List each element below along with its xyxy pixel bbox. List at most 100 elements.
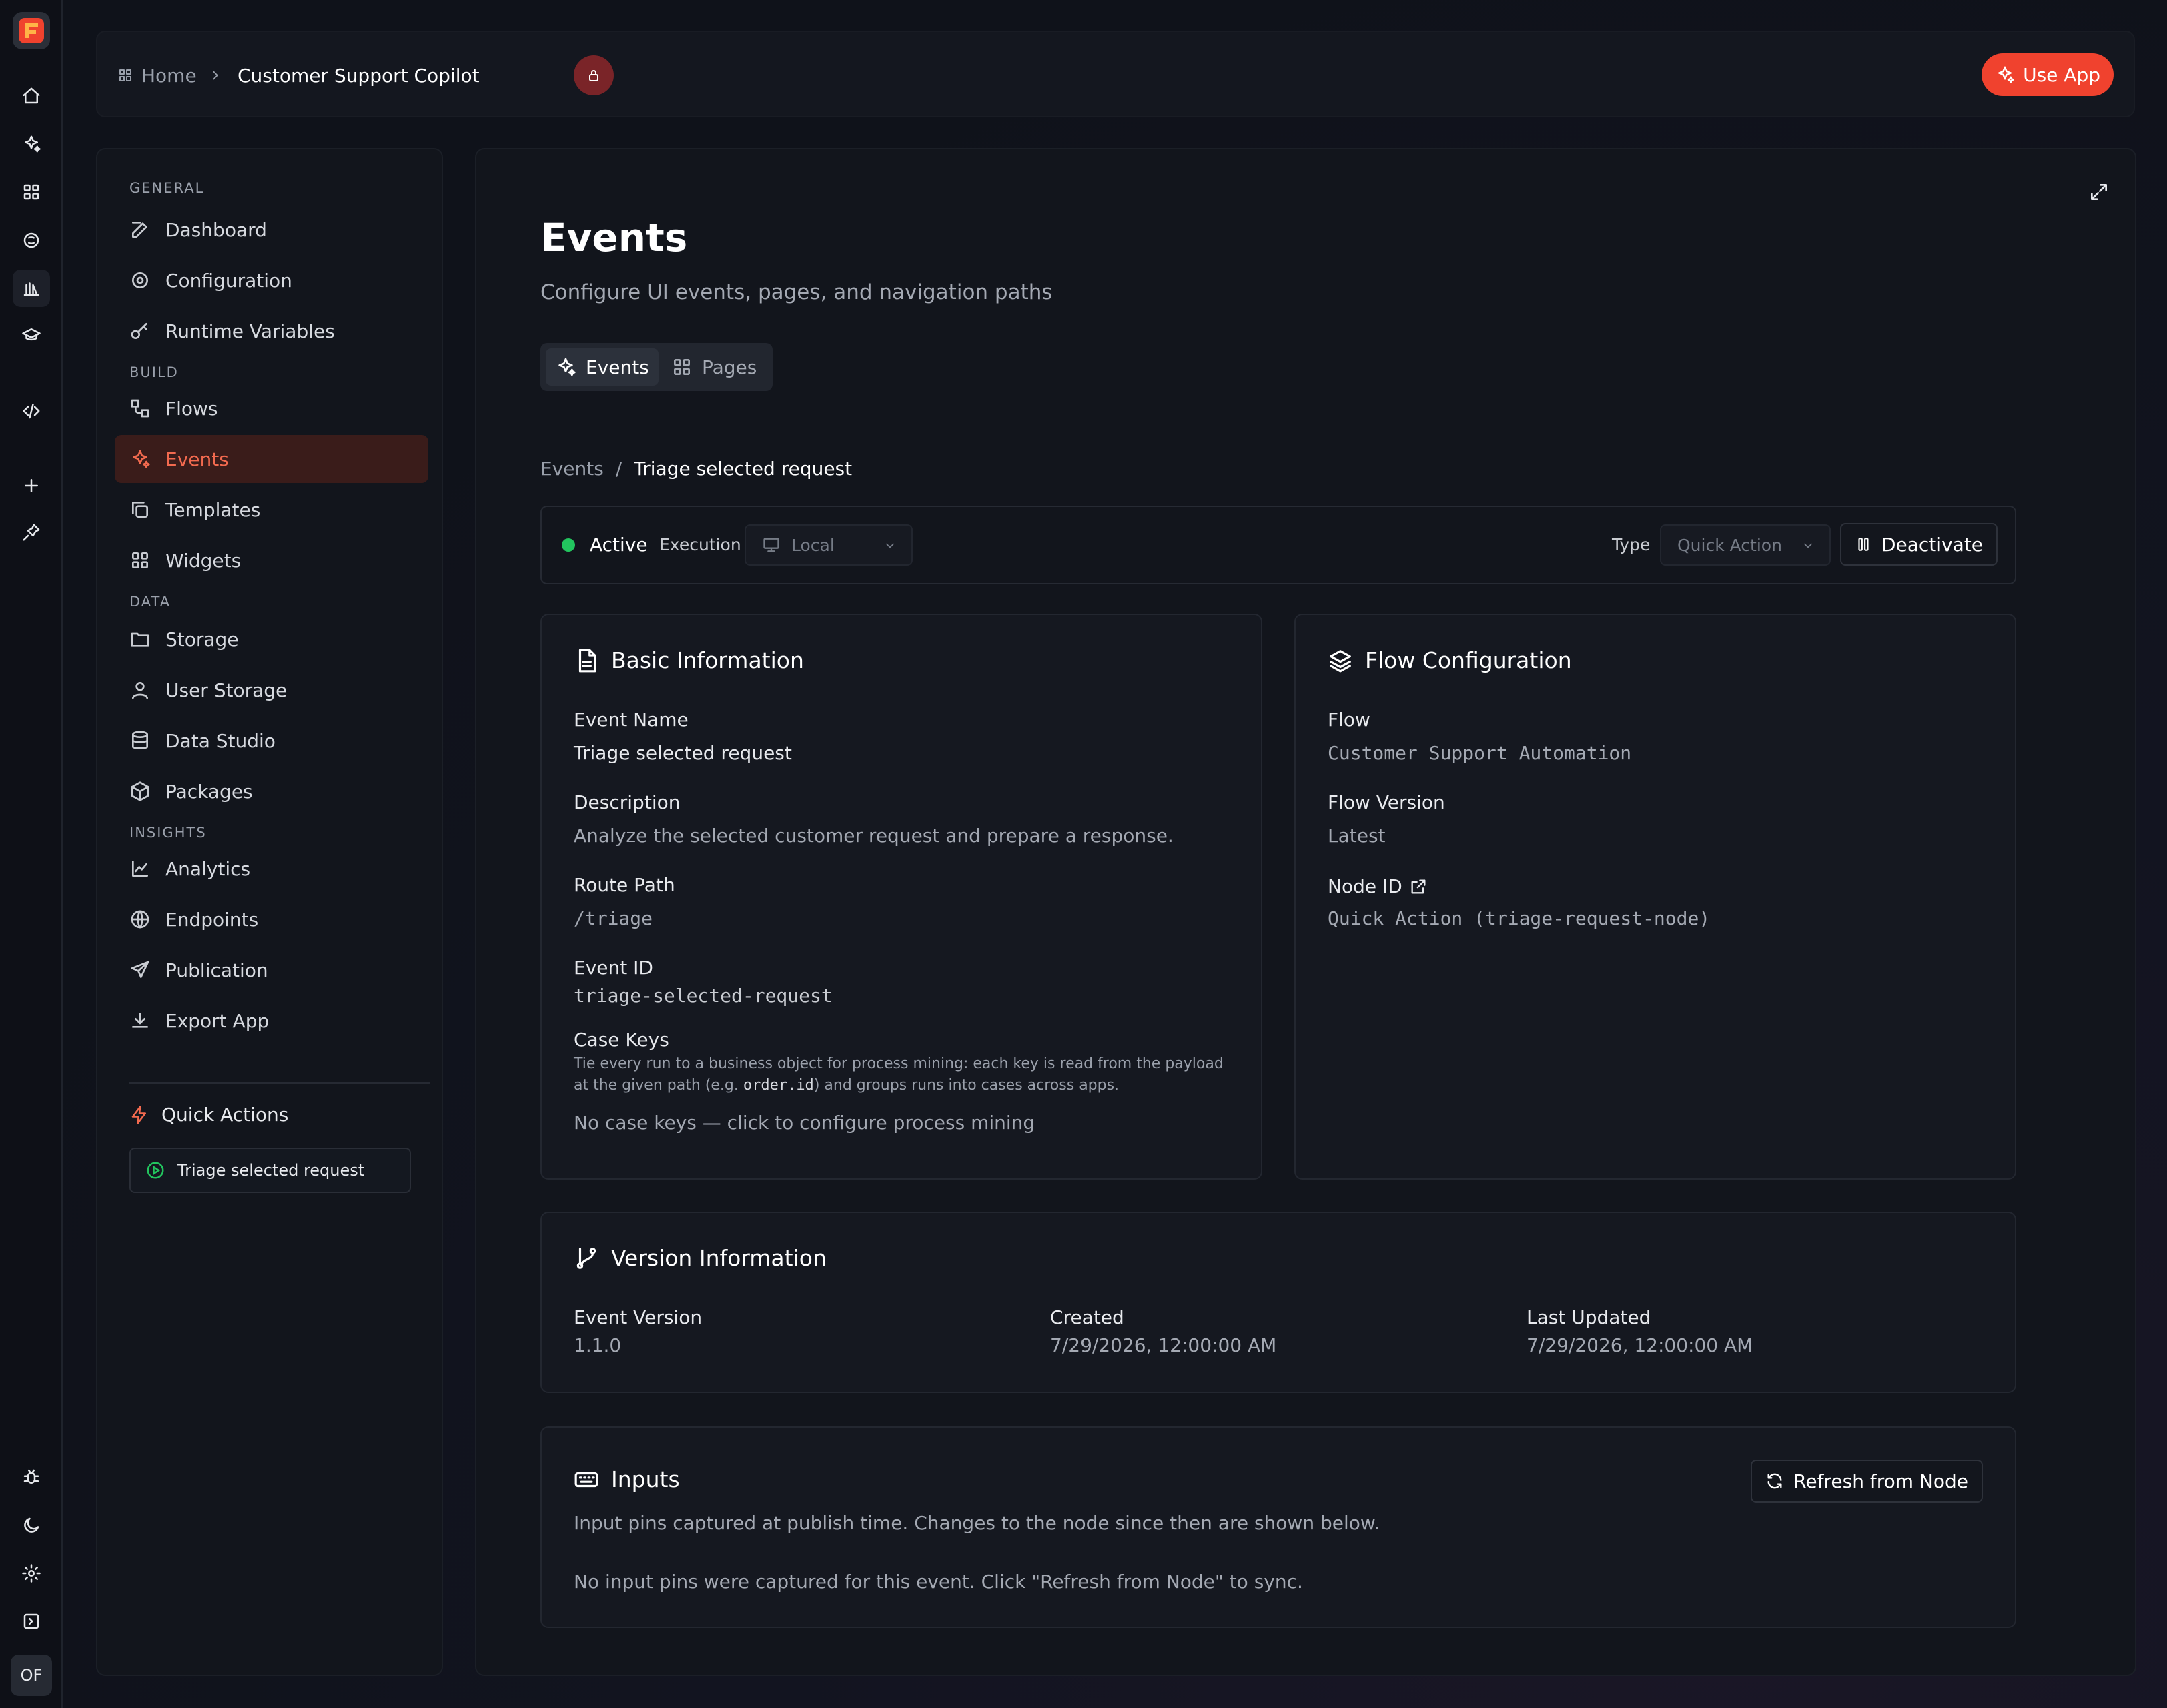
- breadcrumb-app[interactable]: Customer Support Copilot: [238, 32, 480, 119]
- execution-select[interactable]: Local: [745, 524, 913, 566]
- sidebar-item-runtime-variables[interactable]: Runtime Variables: [115, 307, 428, 355]
- flow-value[interactable]: Customer Support Automation: [1328, 742, 1631, 764]
- sidebar-item-label: Configuration: [165, 269, 292, 292]
- execution-label: Execution: [659, 535, 741, 554]
- folder-icon: [131, 632, 149, 647]
- use-app-label: Use App: [2023, 63, 2100, 86]
- package-icon: [131, 781, 149, 801]
- inputs-card: Inputs Refresh from Node Input pins capt…: [540, 1426, 2016, 1628]
- grid-icon: [132, 552, 148, 568]
- tab-bar: Events Pages: [540, 343, 773, 391]
- sidebar-item-flows[interactable]: Flows: [115, 384, 428, 432]
- route-path-value[interactable]: /triage: [574, 907, 653, 929]
- event-id-value: triage-selected-request: [574, 985, 833, 1007]
- lock-icon[interactable]: [574, 55, 614, 95]
- status-badge: Active: [590, 534, 648, 556]
- sidebar-item-templates[interactable]: Templates: [115, 486, 428, 534]
- code-icon[interactable]: [13, 392, 50, 430]
- section-general: GENERAL: [129, 180, 205, 196]
- sidebar-item-label: Widgets: [165, 549, 242, 572]
- graduation-cap-icon[interactable]: [13, 316, 50, 354]
- brain-icon[interactable]: [13, 222, 50, 259]
- plus-icon[interactable]: [13, 467, 50, 504]
- inputs-help-text: Input pins captured at publish time. Cha…: [574, 1512, 1380, 1534]
- play-circle-icon: [147, 1162, 164, 1179]
- sidebar-item-export-app[interactable]: Export App: [115, 997, 428, 1045]
- deactivate-button[interactable]: Deactivate: [1840, 523, 1998, 566]
- sidebar-item-dashboard[interactable]: Dashboard: [115, 205, 428, 254]
- library-icon[interactable]: [13, 270, 50, 307]
- event-version-value: 1.1.0: [574, 1334, 622, 1356]
- node-id-value[interactable]: Quick Action (triage-request-node): [1328, 907, 1710, 929]
- settings-icon[interactable]: [13, 1555, 50, 1592]
- sidebar-item-packages[interactable]: Packages: [115, 767, 428, 815]
- tab-pages[interactable]: Pages: [662, 348, 766, 386]
- sidebar-item-endpoints[interactable]: Endpoints: [115, 895, 428, 943]
- event-name-value[interactable]: Triage selected request: [574, 742, 792, 764]
- sparkles-icon[interactable]: [13, 125, 50, 163]
- sidebar-item-label: Storage: [165, 628, 239, 651]
- sidebar-item-label: Runtime Variables: [165, 320, 335, 342]
- sidebar-item-label: Analytics: [165, 857, 251, 880]
- breadcrumb-events[interactable]: Events: [540, 458, 604, 480]
- flow-label: Flow: [1328, 709, 1370, 731]
- card-title: Version Information: [574, 1245, 827, 1271]
- flow-version-value[interactable]: Latest: [1328, 825, 1386, 847]
- expand-icon[interactable]: [2088, 181, 2110, 203]
- divider: [129, 1082, 430, 1084]
- chart-icon: [132, 861, 148, 877]
- grid-icon[interactable]: [13, 173, 50, 211]
- top-header: Home Customer Support Copilot Use App: [96, 31, 2135, 117]
- copy-icon: [132, 502, 148, 518]
- app-logo[interactable]: [13, 12, 50, 49]
- type-label: Type: [1612, 535, 1651, 554]
- last-updated-label: Last Updated: [1527, 1306, 1651, 1328]
- sidebar-item-label: Flows: [165, 397, 218, 420]
- card-title: Inputs: [574, 1466, 680, 1492]
- flow-configuration-card: Flow Configuration Flow Customer Support…: [1294, 614, 2016, 1180]
- created-value: 7/29/2026, 12:00:00 AM: [1050, 1334, 1277, 1356]
- event-id-label: Event ID: [574, 957, 653, 979]
- keyboard-icon: [574, 1472, 598, 1487]
- last-updated-value: 7/29/2026, 12:00:00 AM: [1527, 1334, 1753, 1356]
- sidebar: GENERAL Dashboard Configuration Runtime …: [96, 148, 443, 1676]
- breadcrumb-separator: /: [615, 458, 622, 480]
- refresh-from-node-button[interactable]: Refresh from Node: [1751, 1460, 1983, 1503]
- sidebar-item-events[interactable]: Events: [115, 435, 428, 483]
- case-keys-empty-button[interactable]: No case keys — click to configure proces…: [574, 1112, 1035, 1134]
- sidebar-item-publication[interactable]: Publication: [115, 946, 428, 994]
- case-keys-label: Case Keys: [574, 1029, 669, 1051]
- pin-icon[interactable]: [13, 514, 50, 551]
- basic-information-card: Basic Information Event Name Triage sele…: [540, 614, 1262, 1180]
- sidebar-item-analytics[interactable]: Analytics: [115, 845, 428, 893]
- chevron-down-icon: [886, 543, 894, 548]
- use-app-button[interactable]: Use App: [1982, 53, 2114, 96]
- user-icon: [132, 682, 148, 699]
- home-icon[interactable]: [13, 77, 50, 115]
- edit-icon: [132, 222, 147, 238]
- external-link-icon[interactable]: [1409, 877, 1428, 896]
- bug-icon[interactable]: [13, 1458, 50, 1496]
- sidebar-item-widgets[interactable]: Widgets: [115, 536, 428, 584]
- moon-icon[interactable]: [13, 1507, 50, 1544]
- breadcrumb-home[interactable]: Home: [117, 32, 197, 119]
- route-path-label: Route Path: [574, 874, 675, 896]
- description-value[interactable]: Analyze the selected customer request an…: [574, 825, 1174, 847]
- tab-events[interactable]: Events: [546, 348, 659, 386]
- sparkles-icon: [133, 450, 150, 468]
- sidebar-item-storage[interactable]: Storage: [115, 615, 428, 663]
- type-select[interactable]: Quick Action: [1660, 524, 1831, 566]
- sidebar-item-data-studio[interactable]: Data Studio: [115, 717, 428, 765]
- quick-action-item[interactable]: Triage selected request: [129, 1148, 411, 1193]
- expand-panel-icon[interactable]: [13, 1603, 50, 1640]
- sidebar-item-label: Events: [165, 448, 229, 470]
- sidebar-item-user-storage[interactable]: User Storage: [115, 666, 428, 714]
- avatar[interactable]: OF: [11, 1655, 52, 1696]
- section-insights: INSIGHTS: [129, 825, 207, 841]
- sidebar-item-configuration[interactable]: Configuration: [115, 256, 428, 304]
- grid-icon: [674, 359, 690, 375]
- event-name-label: Event Name: [574, 709, 689, 731]
- database-icon: [132, 731, 148, 749]
- case-keys-help-line2: at the given path (e.g. order.id) and gr…: [574, 1077, 1120, 1094]
- git-branch-icon: [576, 1247, 596, 1269]
